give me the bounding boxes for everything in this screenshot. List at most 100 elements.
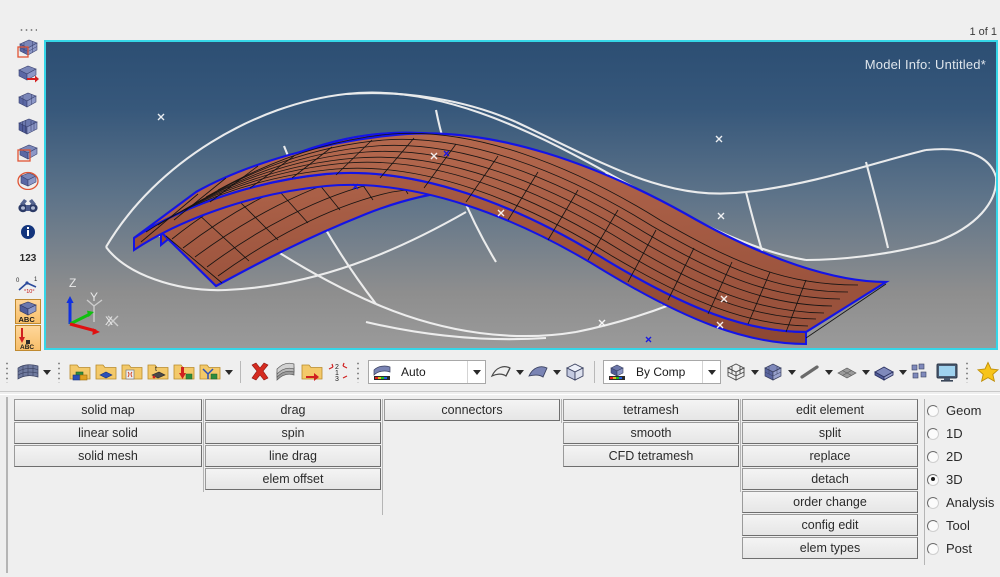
solid-element-icon[interactable] bbox=[871, 359, 897, 385]
left-icon-toolbar: 123 0 1 °10° ABC ABC bbox=[14, 26, 42, 352]
mesh-select-icon[interactable] bbox=[15, 140, 41, 165]
axis-triad: Z Y X bbox=[60, 276, 124, 340]
radio-3d[interactable]: 3D bbox=[927, 468, 994, 491]
svg-text:1: 1 bbox=[34, 277, 38, 283]
command-panel: solid map linear solid solid mesh drag s… bbox=[0, 394, 1000, 577]
radio-geom-mark bbox=[927, 404, 939, 417]
folder-geom-icon[interactable] bbox=[67, 359, 93, 385]
smooth-button[interactable]: smooth bbox=[563, 422, 739, 444]
star-favorite-icon[interactable] bbox=[975, 359, 1000, 385]
mesh-circle-icon[interactable] bbox=[15, 167, 41, 192]
solid-element-dropdown[interactable] bbox=[897, 359, 908, 385]
shading-mode-arrow[interactable] bbox=[467, 361, 485, 383]
shell-element-icon[interactable] bbox=[834, 359, 860, 385]
folder-connect-dropdown[interactable] bbox=[223, 359, 234, 385]
mesh-face-icon[interactable] bbox=[15, 88, 41, 113]
delete-x-icon[interactable] bbox=[247, 359, 273, 385]
shell-element-dropdown[interactable] bbox=[860, 359, 871, 385]
numbers-icon[interactable]: 123 bbox=[15, 246, 41, 271]
radio-tool[interactable]: Tool bbox=[927, 514, 994, 537]
elem-offset-button[interactable]: elem offset bbox=[205, 468, 381, 490]
folder-connect-icon[interactable] bbox=[197, 359, 223, 385]
annotation-abc-icon[interactable]: ABC bbox=[15, 299, 41, 325]
cube-wire-icon[interactable] bbox=[723, 359, 749, 385]
toolbar-grip-1[interactable] bbox=[3, 359, 12, 385]
toolbar-separator-2 bbox=[594, 361, 595, 383]
column-connectors: connectors bbox=[384, 399, 560, 422]
tetramesh-button[interactable]: tetramesh bbox=[563, 399, 739, 421]
connectors-button[interactable]: connectors bbox=[384, 399, 560, 421]
folder-thickness-icon[interactable]: t bbox=[145, 359, 171, 385]
left-toolbar-grip[interactable] bbox=[17, 26, 39, 35]
shading-mode-select[interactable]: Auto bbox=[368, 360, 486, 384]
svg-text:3: 3 bbox=[335, 376, 339, 382]
line-element-icon[interactable] bbox=[797, 359, 823, 385]
config-edit-button[interactable]: config edit bbox=[742, 514, 918, 536]
folder-import-icon[interactable] bbox=[171, 359, 197, 385]
measure-icon[interactable]: 0 1 °10° bbox=[15, 273, 41, 298]
graphics-viewport[interactable]: Model Info: Untitled* Z Y X bbox=[46, 42, 996, 348]
mesh-grid-icon[interactable] bbox=[15, 114, 41, 139]
cube-solid-icon[interactable] bbox=[760, 359, 786, 385]
cube-transparent-icon[interactable] bbox=[562, 359, 588, 385]
svg-text:0: 0 bbox=[16, 278, 20, 284]
radio-post[interactable]: Post bbox=[927, 537, 994, 560]
binoculars-icon[interactable] bbox=[15, 193, 41, 218]
order-change-button[interactable]: order change bbox=[742, 491, 918, 513]
toolbar-grip-4[interactable] bbox=[963, 359, 972, 385]
mesh-move-icon[interactable] bbox=[15, 61, 41, 86]
color-mode-label: By Comp bbox=[636, 365, 686, 379]
svg-text:t: t bbox=[155, 366, 157, 373]
shading-auto-icon bbox=[369, 363, 395, 381]
cube-wire-dropdown[interactable] bbox=[749, 359, 760, 385]
mesh-edit-icon[interactable] bbox=[15, 35, 41, 60]
folder-organize-icon[interactable] bbox=[299, 359, 325, 385]
page-counter: 1 of 1 bbox=[969, 26, 997, 38]
column-separator-3 bbox=[561, 399, 562, 423]
radio-2d-label: 2D bbox=[946, 449, 963, 464]
layers-icon[interactable] bbox=[273, 359, 299, 385]
load-icon[interactable]: ABC bbox=[15, 325, 41, 351]
mesh-surface-dropdown[interactable] bbox=[41, 359, 52, 385]
spin-button[interactable]: spin bbox=[205, 422, 381, 444]
toolbar-grip-2[interactable] bbox=[55, 359, 64, 385]
monitor-icon[interactable] bbox=[934, 359, 960, 385]
radio-analysis-mark bbox=[927, 496, 939, 509]
wireframe-dropdown[interactable] bbox=[514, 359, 525, 385]
cfd-tetramesh-button[interactable]: CFD tetramesh bbox=[563, 445, 739, 467]
radio-1d-mark bbox=[927, 427, 939, 440]
radio-2d[interactable]: 2D bbox=[927, 445, 994, 468]
color-mode-arrow[interactable] bbox=[702, 361, 720, 383]
radio-geom[interactable]: Geom bbox=[927, 399, 994, 422]
radio-1d[interactable]: 1D bbox=[927, 422, 994, 445]
wireframe-icon[interactable] bbox=[488, 359, 514, 385]
graphics-viewport-frame: Model Info: Untitled* Z Y X bbox=[44, 40, 998, 350]
line-element-dropdown[interactable] bbox=[823, 359, 834, 385]
elem-types-button[interactable]: elem types bbox=[742, 537, 918, 559]
toolbar-grip-3[interactable] bbox=[354, 359, 363, 385]
folder-surface-icon[interactable] bbox=[93, 359, 119, 385]
line-drag-button[interactable]: line drag bbox=[205, 445, 381, 467]
color-mode-select[interactable]: By Comp bbox=[603, 360, 721, 384]
split-button[interactable]: split bbox=[742, 422, 918, 444]
panel-left-rail bbox=[6, 397, 8, 573]
linear-solid-button[interactable]: linear solid bbox=[14, 422, 202, 444]
solid-map-button[interactable]: solid map bbox=[14, 399, 202, 421]
replace-button[interactable]: replace bbox=[742, 445, 918, 467]
info-icon[interactable] bbox=[15, 220, 41, 245]
folder-solid-icon[interactable] bbox=[119, 359, 145, 385]
shading-mode-label: Auto bbox=[401, 365, 426, 379]
shaded-icon[interactable] bbox=[525, 359, 551, 385]
shaded-dropdown[interactable] bbox=[551, 359, 562, 385]
mask-icon[interactable] bbox=[908, 359, 934, 385]
solid-mesh-button[interactable]: solid mesh bbox=[14, 445, 202, 467]
edit-element-button[interactable]: edit element bbox=[742, 399, 918, 421]
main-toolbar: t 2 1 3 Auto By Comp bbox=[0, 353, 1000, 392]
cube-solid-dropdown[interactable] bbox=[786, 359, 797, 385]
drag-button[interactable]: drag bbox=[205, 399, 381, 421]
renumber-123-icon[interactable]: 2 1 3 bbox=[325, 359, 351, 385]
radio-analysis[interactable]: Analysis bbox=[927, 491, 994, 514]
mesh-surface-icon[interactable] bbox=[15, 359, 41, 385]
detach-button[interactable]: detach bbox=[742, 468, 918, 490]
fe-mesh-model bbox=[105, 91, 996, 346]
